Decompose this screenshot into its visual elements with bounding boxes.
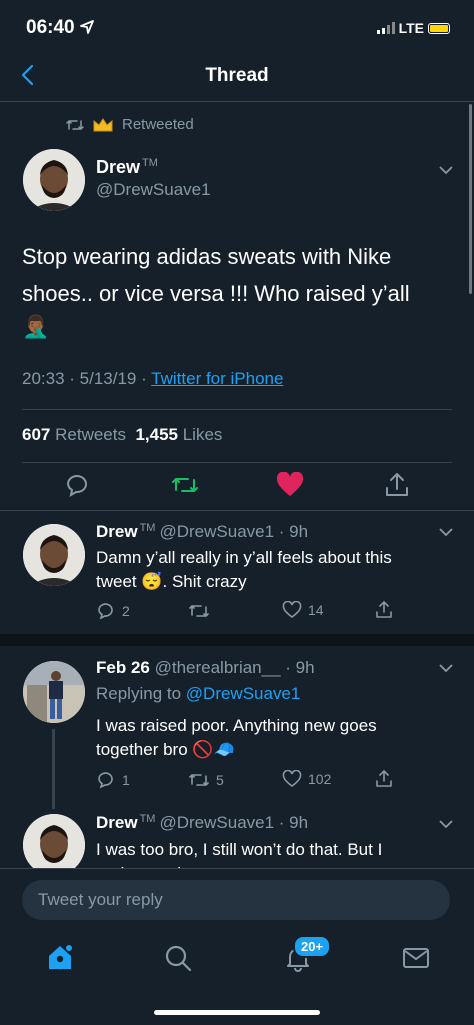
reply-action[interactable]: 2 (96, 601, 130, 621)
tweet-menu-button[interactable] (438, 660, 454, 681)
location-arrow-icon (80, 20, 94, 39)
retweet-action[interactable]: 5 (188, 770, 224, 790)
share-icon (376, 770, 392, 787)
tab-home[interactable] (45, 942, 75, 977)
avatar[interactable] (23, 661, 85, 723)
envelope-icon (403, 948, 429, 968)
reply-header: Drew TM @DrewSuave1 · 9h (96, 813, 309, 832)
retweet-icon (172, 478, 198, 492)
battery-icon (428, 22, 450, 34)
comment-icon (98, 772, 113, 789)
thread-line (52, 729, 55, 809)
tweet-menu-button[interactable] (438, 162, 454, 183)
author-handle[interactable]: @DrewSuave1 (96, 180, 211, 200)
user-avatar-icon (23, 661, 85, 723)
heart-outline-icon (282, 770, 302, 787)
reply-input[interactable]: Tweet your reply (22, 880, 450, 920)
tweet-menu-button[interactable] (438, 816, 454, 837)
author-name[interactable]: Drew TM (96, 157, 158, 178)
share-action[interactable] (374, 769, 394, 789)
retweets-stat[interactable]: 607 Retweets (22, 425, 126, 444)
share-icon (376, 601, 392, 618)
replying-to: Replying to @DrewSuave1 (96, 684, 301, 703)
retweet-action[interactable] (188, 601, 216, 621)
section-separator (0, 634, 474, 646)
home-icon (49, 945, 72, 969)
engagement-counts: 607 Retweets 1,455 Likes (22, 425, 222, 445)
retweet-icon (66, 119, 84, 130)
share-icon (386, 473, 408, 496)
retweet-icon (189, 774, 209, 786)
reply-action[interactable]: 1 (96, 770, 130, 790)
composer-divider (0, 868, 474, 869)
like-button[interactable] (276, 471, 306, 502)
tab-messages[interactable] (402, 946, 430, 975)
search-icon (165, 945, 192, 972)
source-link[interactable]: Twitter for iPhone (151, 369, 283, 388)
divider (22, 409, 452, 410)
like-action[interactable]: 14 (282, 601, 324, 619)
reply-text: Damn y’all really in y’all feels about t… (96, 548, 392, 591)
tweet-menu-button[interactable] (438, 524, 454, 545)
user-avatar-icon (23, 814, 85, 868)
share-button[interactable] (382, 470, 412, 500)
reply-text: I was raised poor. Anything new goes tog… (96, 716, 377, 759)
crown-icon (93, 117, 113, 131)
tweet-emoji: 🤦🏾‍♂️ (22, 314, 50, 339)
chevron-down-icon (439, 528, 453, 537)
chevron-down-icon (439, 664, 453, 673)
retweet-icon (189, 605, 209, 617)
divider (0, 510, 474, 511)
scrollbar[interactable] (469, 104, 472, 294)
divider (22, 462, 452, 463)
reply-clip: Drew TM @DrewSuave1 · 9h I was too bro, I … (0, 804, 474, 868)
reply-header: Feb 26 @therealbrian__ · 9h (96, 658, 315, 677)
status-indicators: LTE (376, 20, 450, 36)
tab-search[interactable] (164, 944, 192, 977)
user-avatar-icon (23, 149, 85, 211)
chevron-down-icon (439, 166, 453, 175)
retweeted-indicator: Retweeted (66, 116, 194, 133)
reply-header: Drew TM @DrewSuave1 · 9h (96, 522, 309, 541)
replying-to-link[interactable]: @DrewSuave1 (186, 684, 301, 703)
name-suffix: TM (142, 157, 158, 169)
share-action[interactable] (374, 600, 394, 620)
reply-text: I was too bro, I still won’t do that. Bu… (96, 840, 383, 868)
network-label: LTE (398, 20, 424, 36)
home-indicator (154, 1010, 320, 1015)
reply-button[interactable] (62, 470, 92, 500)
like-action[interactable]: 102 (282, 770, 331, 788)
header-divider (0, 101, 474, 102)
chevron-down-icon (439, 820, 453, 829)
tweet-meta: 20:33 · 5/13/19 · Twitter for iPhone (22, 369, 284, 388)
heart-icon (276, 471, 304, 496)
avatar[interactable] (23, 814, 85, 868)
avatar[interactable] (23, 149, 85, 211)
likes-stat[interactable]: 1,455 Likes (135, 425, 222, 444)
retweet-button[interactable] (170, 470, 200, 500)
signal-icon (376, 22, 395, 34)
comment-icon (66, 475, 87, 498)
user-avatar-icon (23, 524, 85, 586)
avatar[interactable] (23, 524, 85, 586)
comment-icon (98, 603, 113, 620)
retweeted-label: Retweeted (122, 116, 194, 133)
page-title: Thread (205, 65, 269, 86)
notifications-badge: 20+ (293, 935, 332, 958)
status-time: 06:40 (26, 17, 75, 38)
tweet-text: Stop wearing adidas sweats with Nike sho… (22, 238, 452, 342)
heart-outline-icon (282, 601, 302, 618)
